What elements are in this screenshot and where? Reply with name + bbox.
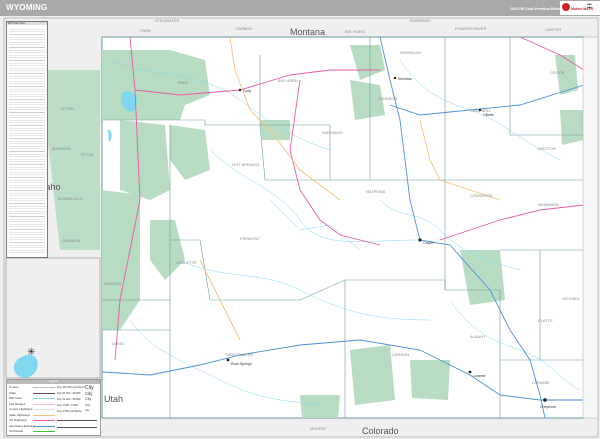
svg-text:CARIBOU: CARIBOU [62, 238, 80, 243]
svg-text:TETON: TETON [60, 106, 74, 111]
map-legend: Legend County State ZIP Code Fed Ranges … [6, 379, 101, 436]
svg-text:Cody: Cody [243, 89, 251, 93]
svg-text:HOT SPRINGS: HOT SPRINGS [232, 162, 260, 167]
svg-text:JOHNSON: JOHNSON [378, 96, 398, 101]
svg-text:LARAMIE: LARAMIE [532, 380, 550, 385]
svg-text:ROSEBUD: ROSEBUD [410, 18, 430, 23]
svg-text:Laramie: Laramie [473, 374, 486, 378]
svg-text:WASHAKIE: WASHAKIE [322, 130, 343, 135]
svg-text:SUBLETTE: SUBLETTE [176, 260, 197, 265]
svg-text:MADISON: MADISON [52, 146, 71, 151]
svg-text:GOSHEN: GOSHEN [562, 296, 579, 301]
svg-text:NATRONA: NATRONA [366, 189, 386, 194]
svg-text:POWDER RIVER: POWDER RIVER [455, 26, 486, 31]
svg-text:BIG HORN: BIG HORN [345, 29, 365, 34]
svg-text:STILLWATER: STILLWATER [155, 18, 179, 23]
svg-text:PARK: PARK [178, 80, 189, 85]
svg-text:NIOBRARA: NIOBRARA [538, 202, 559, 207]
svg-text:CROOK: CROOK [550, 70, 565, 75]
svg-text:PARK: PARK [140, 28, 151, 33]
svg-text:Rock Springs: Rock Springs [231, 362, 252, 366]
svg-text:LINCOLN: LINCOLN [104, 281, 121, 286]
svg-text:SWEETWATER: SWEETWATER [225, 352, 253, 357]
svg-text:BONNEVILLE: BONNEVILLE [58, 196, 83, 201]
svg-text:Gillette: Gillette [483, 113, 494, 117]
svg-text:MOFFAT: MOFFAT [310, 426, 326, 431]
right-margin [582, 36, 599, 419]
svg-text:WESTON: WESTON [538, 146, 556, 151]
svg-text:CONVERSE: CONVERSE [470, 193, 493, 198]
state-label-utah: Utah [104, 394, 123, 404]
scale-bar [57, 427, 97, 428]
svg-text:FREMONT: FREMONT [240, 236, 260, 241]
svg-text:Sheridan: Sheridan [398, 77, 412, 81]
svg-text:BIG HORN: BIG HORN [278, 78, 298, 83]
svg-text:UINTA: UINTA [112, 341, 124, 346]
svg-text:CARTER: CARTER [545, 27, 561, 32]
state-label-montana: Montana [290, 27, 325, 37]
map-canvas[interactable]: ✳ Montana Idaho Utah Colorado PARK BIG H… [0, 0, 600, 439]
svg-text:CARBON: CARBON [235, 26, 252, 31]
svg-text:ALBANY: ALBANY [470, 334, 486, 339]
svg-text:Cheyenne: Cheyenne [540, 405, 556, 409]
zip-index-panel[interactable]: ZIP Code Index [6, 21, 48, 258]
svg-text:TETON: TETON [80, 152, 94, 157]
svg-text:CARBON: CARBON [392, 352, 409, 357]
scale-bar [57, 420, 97, 421]
svg-text:Casper: Casper [423, 241, 435, 245]
svg-text:PLATTE: PLATTE [538, 318, 553, 323]
compass-rose: ✳ [27, 347, 35, 358]
svg-text:SHERIDAN: SHERIDAN [400, 50, 421, 55]
state-label-colorado: Colorado [362, 426, 399, 436]
